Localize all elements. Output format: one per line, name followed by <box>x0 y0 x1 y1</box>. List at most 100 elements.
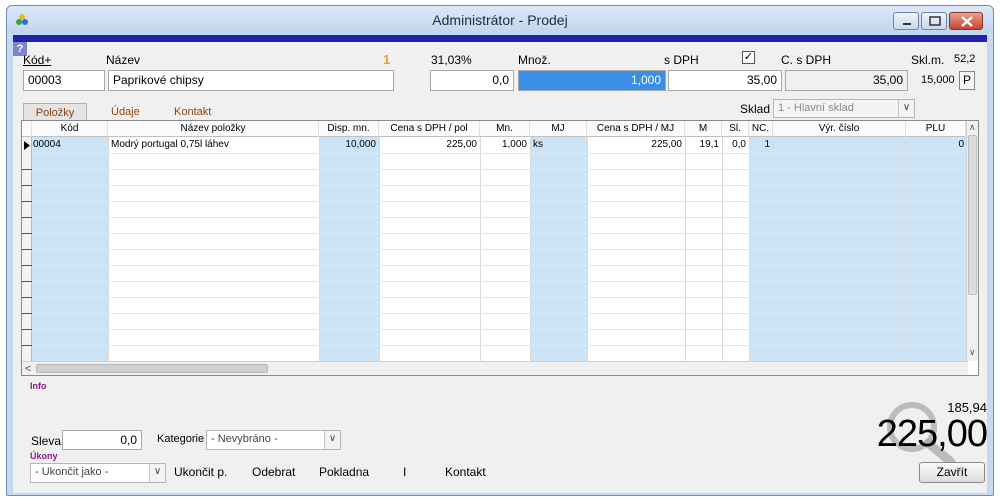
col-disp[interactable]: Disp. mn. <box>319 121 379 137</box>
row-indicator-mark <box>22 265 32 266</box>
cell-nazev: Modrý portugal 0,75l láhev <box>111 139 229 150</box>
kod-field[interactable]: 00003 <box>23 70 105 91</box>
row-indicator-mark <box>22 281 32 282</box>
col-mn[interactable]: Mn. <box>480 121 530 137</box>
accent-bar <box>13 35 987 42</box>
csdph-field: 35,00 <box>785 70 908 91</box>
row-line <box>22 345 968 346</box>
items-grid[interactable]: Kód Název položky Disp. mn. Cena s DPH /… <box>21 120 979 376</box>
ukoncit-jako-select[interactable]: - Ukončit jako - ∨ <box>30 463 166 483</box>
row-line <box>22 153 968 154</box>
col-cena-pol[interactable]: Cena s DPH / pol <box>379 121 480 137</box>
nazev-label: Název <box>106 53 141 67</box>
row-indicator-mark <box>22 345 32 346</box>
scroll-up-icon[interactable]: ∧ <box>969 122 976 133</box>
col-vyr[interactable]: Výr. číslo <box>773 121 906 137</box>
col-m[interactable]: M <box>685 121 722 137</box>
grid-header: Kód Název položky Disp. mn. Cena s DPH /… <box>22 121 968 137</box>
discount-field[interactable]: 0,0 <box>430 70 514 91</box>
col-sl[interactable]: Sl. <box>722 121 749 137</box>
vertical-scroll-thumb[interactable] <box>968 135 977 295</box>
item-count: 1 <box>383 52 391 67</box>
row-indicator-mark <box>22 249 32 250</box>
row-line <box>22 201 968 202</box>
nazev-field[interactable]: Paprikové chipsy <box>108 70 394 91</box>
vertical-scrollbar[interactable]: ∧ ∨ <box>966 121 978 361</box>
cell-disp: 10,000 <box>345 139 376 150</box>
odebrat-label: Odebrat <box>252 465 296 479</box>
row-line <box>22 233 968 234</box>
row-line <box>22 281 968 282</box>
scroll-left-icon[interactable]: < <box>25 363 31 375</box>
pokladna-button[interactable]: Pokladna <box>319 465 369 479</box>
cell-cena-mj: 225,00 <box>651 139 682 150</box>
row-line <box>22 265 968 266</box>
chevron-down-icon: ∨ <box>149 464 165 482</box>
minimize-button[interactable] <box>893 12 919 30</box>
sale-form: ? Kód+ Název 1 31,03% Množ. s DPH ✓ C. s… <box>13 42 988 493</box>
sklad-label: Sklad <box>740 102 771 116</box>
sklm-label: Skl.m. <box>911 53 945 67</box>
col-cena-mj[interactable]: Cena s DPH / MJ <box>587 121 685 137</box>
tab-polozky[interactable]: Položky <box>23 103 87 121</box>
col-nc[interactable]: NC. <box>749 121 773 137</box>
title-bar[interactable]: Administrátor - Prodej <box>7 6 993 34</box>
row-line <box>22 329 968 330</box>
kategorie-value: - Nevybráno - <box>211 433 278 445</box>
ukoncit-jako-value: - Ukončit jako - <box>35 466 109 478</box>
row-line <box>22 297 968 298</box>
table-row[interactable]: 00004 Modrý portugal 0,75l láhev 10,000 … <box>22 138 973 153</box>
cell-m: 19,1 <box>699 139 719 150</box>
row-indicator-mark <box>22 297 32 298</box>
horizontal-scroll-thumb[interactable] <box>36 364 268 373</box>
cell-plu: 0 <box>958 139 964 150</box>
row-indicator-mark <box>22 169 32 170</box>
kod-label: Kód+ <box>23 53 52 67</box>
maximize-button[interactable] <box>921 12 947 30</box>
sdph-field[interactable]: 35,00 <box>668 70 782 91</box>
col-plu[interactable]: PLU <box>906 121 966 137</box>
ukoncit-button[interactable]: Ukončit p. <box>174 465 227 479</box>
tab-udaje[interactable]: Údaje <box>107 103 144 121</box>
p-button[interactable]: P <box>959 71 975 90</box>
kontakt-label: Kontakt <box>445 465 486 479</box>
sklad-value: 1 - Hlavní sklad <box>778 102 854 114</box>
col-kod[interactable]: Kód <box>32 121 108 137</box>
scroll-down-icon[interactable]: ∨ <box>969 347 976 358</box>
window-title: Administrátor - Prodej <box>432 12 568 28</box>
cell-mn: 1,000 <box>501 139 527 150</box>
sklad-select[interactable]: 1 - Hlavní sklad ∨ <box>773 99 915 118</box>
percent-value: 31,03% <box>431 53 472 67</box>
row-indicator-mark <box>22 313 32 314</box>
chevron-down-icon: ∨ <box>324 431 340 449</box>
sklm-value: 52,2 <box>954 53 976 65</box>
pokladna-label: Pokladna <box>319 465 370 479</box>
zavrit-button[interactable]: Zavřít <box>919 462 985 483</box>
kategorie-select[interactable]: - Nevybráno - ∨ <box>206 430 341 450</box>
col-mj[interactable]: MJ <box>530 121 587 137</box>
app-window: Administrátor - Prodej ? Kód+ Název 1 31… <box>6 5 994 496</box>
mnoz-field[interactable]: 1,000 <box>518 70 666 91</box>
row-indicator-mark <box>22 233 32 234</box>
row-line <box>22 169 968 170</box>
close-button[interactable] <box>949 12 983 30</box>
row-indicator-mark <box>22 201 32 202</box>
csdph-label: C. s DPH <box>781 53 832 67</box>
odebrat-button[interactable]: Odebrat <box>252 465 295 479</box>
sleva-field[interactable]: 0,0 <box>62 430 142 450</box>
sdph-label: s DPH <box>664 53 699 67</box>
tab-kontakt[interactable]: Kontakt <box>170 103 215 121</box>
row-indicator-mark <box>22 217 32 218</box>
sdph-checkbox[interactable]: ✓ <box>742 51 755 64</box>
cell-mj: ks <box>533 139 543 150</box>
checkbox-check-icon: ✓ <box>743 51 754 63</box>
kontakt-button[interactable]: Kontakt <box>445 465 486 479</box>
maximize-icon <box>929 16 941 26</box>
col-nazev[interactable]: Název položky <box>108 121 319 137</box>
stock-value: 15,000 <box>921 74 955 86</box>
cell-cena-pol: 225,00 <box>446 139 477 150</box>
horizontal-scrollbar[interactable]: < <box>22 361 968 375</box>
cell-nc: 1 <box>764 139 770 150</box>
mnoz-label: Množ. <box>518 53 551 67</box>
row-pointer-icon <box>24 141 30 150</box>
